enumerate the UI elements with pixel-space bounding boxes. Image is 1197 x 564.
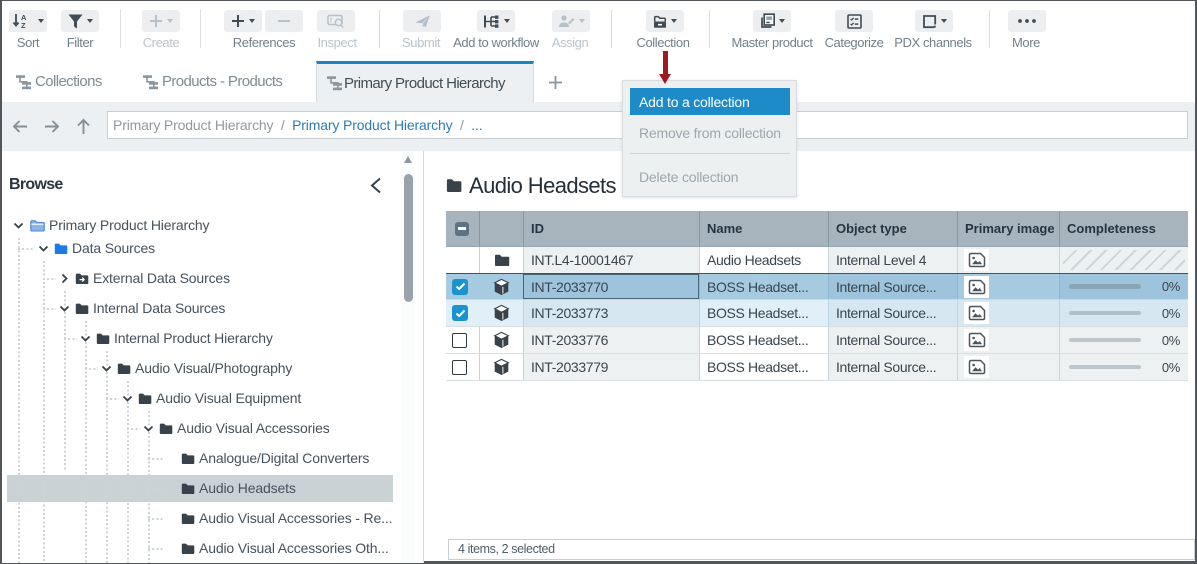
- svg-text:Z: Z: [21, 21, 26, 29]
